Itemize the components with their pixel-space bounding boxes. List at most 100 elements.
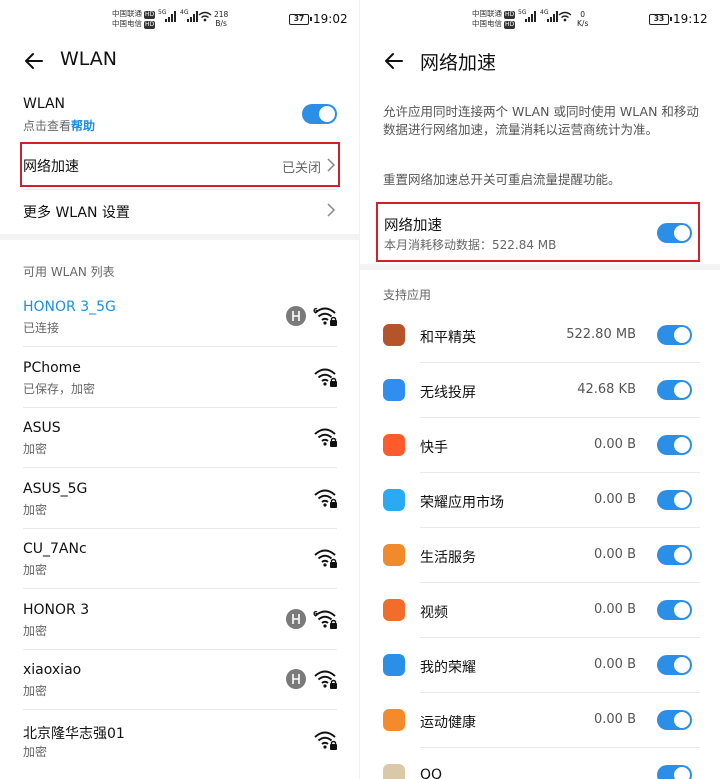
svg-text:6: 6 [313,610,318,618]
section-divider [360,264,720,270]
carrier-2: 中国电信 [112,19,142,28]
divider [23,527,337,529]
network-name: xiaoxiao [23,662,82,678]
divider [420,527,700,528]
help-link[interactable]: 帮助 [71,119,95,133]
kuaishou-icon [383,434,405,456]
signal-icon [525,11,536,22]
net-speed: 0 K/s [577,10,589,28]
status-time: 19:02 [313,12,348,26]
app-accel-switch[interactable] [657,655,692,675]
back-arrow-icon[interactable] [22,49,46,73]
qq-icon [383,764,405,779]
app-name: 生活服务 [420,550,476,566]
more-wlan-settings-label: 更多 WLAN 设置 [23,205,130,221]
status-bar: 中国联通 HD 中国电信 HD 5G 4G 0 K/s 33 19:12 [360,0,720,38]
wlan-help-text: 点击查看帮助 [23,119,96,133]
video-icon [383,599,405,621]
app-name: 快手 [420,440,448,456]
wifi-6-lock-icon: 6 [313,610,337,629]
wifi-lock-icon [314,731,337,750]
health-icon [383,709,405,731]
network-accel-label: 网络加速 [23,159,79,175]
app-data-usage: 0.00 B [594,547,636,562]
divider [23,588,337,589]
network-accel-screen: 中国联通 HD 中国电信 HD 5G 4G 0 K/s 33 19:12 网络加速 允… [360,0,720,779]
divider [23,406,337,408]
network-status: 已连接 [23,321,60,335]
network-status: 加密 [23,744,48,759]
divider [420,417,700,418]
app-name: 和平精英 [420,330,476,346]
wlan-settings-screen: 中国联通 HD 中国电信 HD 5G 4G 218 B/s 37 19:02 WLAN… [0,0,360,779]
wifi-lock-icon [314,670,337,689]
wifi-lock-icon [314,549,337,568]
chevron-right-icon [327,158,336,172]
app-data-usage: 0.00 B [594,437,636,452]
wlan-label: WLAN [23,96,66,112]
network-accel-switch[interactable] [657,223,692,243]
divider [23,189,337,190]
app-accel-switch[interactable] [657,325,692,345]
wifi-6-lock-icon: 6 [313,307,337,326]
app-data-usage: 0.00 B [594,712,636,727]
back-arrow-icon[interactable] [382,49,406,73]
app-accel-switch[interactable] [657,545,692,565]
signal-icon [165,11,176,22]
wlan-switch[interactable] [302,104,337,124]
battery-icon: 33 [649,14,672,25]
network-name: ASUS [23,420,61,436]
app-accel-switch[interactable] [657,490,692,510]
divider [420,362,700,363]
app-data-usage: 0.00 B [594,602,636,617]
wifi-status-icon [558,11,572,22]
app-accel-switch[interactable] [657,765,692,779]
network-status: 加密 [23,623,48,638]
network-name: CU_7ANc [23,541,87,557]
wifi-lock-icon [314,428,337,447]
app-accel-switch[interactable] [657,600,692,620]
divider [420,582,700,583]
network-status: 加密 [23,563,48,577]
app-data-usage: 0.00 B [594,492,636,507]
app-accel-switch[interactable] [657,710,692,730]
hd-badge: HD [144,21,156,29]
app-market-icon [383,489,405,511]
status-time: 19:12 [673,12,708,26]
divider [23,467,337,468]
hd-badge: HD [504,11,516,19]
app-data-usage: 42.68 KB [577,382,636,397]
network-name: PChome [23,359,81,376]
wifi-lock-icon [314,489,337,508]
app-name: 无线投屏 [420,385,476,401]
app-accel-switch[interactable] [657,435,692,455]
carrier-info: 中国联通 HD 中国电信 HD [472,9,516,29]
network-status: 加密 [23,442,48,456]
divider [420,637,700,638]
app-name: 我的荣耀 [420,660,476,676]
status-bar: 中国联通 HD 中国电信 HD 5G 4G 218 B/s 37 19:02 [0,0,360,38]
reset-hint-text: 重置网络加速总开关可重启流量提醒功能。 [383,172,621,187]
signal-icon [187,11,198,22]
divider [23,709,337,710]
wlan-list-header: 可用 WLAN 列表 [23,265,115,279]
hd-badge: HD [504,21,516,29]
section-divider [0,234,360,240]
screen-cast-icon [383,379,405,401]
network-status: 已保存，加密 [23,381,96,396]
app-name: QQ [420,767,443,779]
network-status: 加密 [23,684,48,698]
network-name: ASUS_5G [23,480,88,497]
description-text: 允许应用同时连接两个 WLAN 或同时使用 WLAN 和移动数据进行网络加速，流… [383,104,699,137]
app-accel-switch[interactable] [657,380,692,400]
game-app-icon [383,324,405,346]
carrier-1: 中国联通 [112,9,142,18]
app-name: 荣耀应用市场 [420,495,504,511]
mobile-data-usage: 本月消耗移动数据：522.84 MB [384,238,557,252]
network-status: 加密 [23,502,48,517]
wifi-lock-icon [314,368,337,387]
network-name: HONOR 3_5G [23,299,116,315]
network-name: 北京隆华志强01 [23,725,125,742]
wifi-status-icon [198,11,212,22]
battery-icon: 37 [289,14,312,25]
